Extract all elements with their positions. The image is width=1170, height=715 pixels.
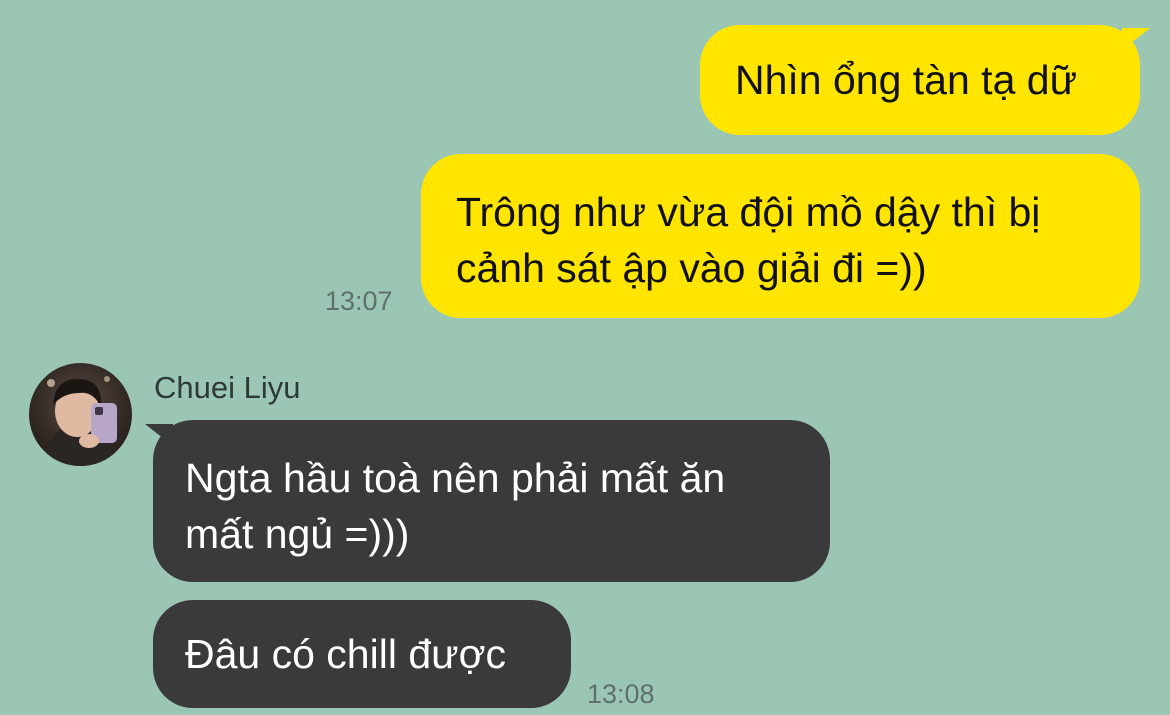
- message-text-line: Trông như vừa đội mồ dậy thì bị: [456, 189, 1041, 235]
- message-text-line: mất ngủ =))): [185, 511, 410, 557]
- outgoing-message-bubble[interactable]: Nhìn ổng tàn tạ dữ: [700, 25, 1140, 135]
- incoming-message-bubble[interactable]: Ngta hầu toà nên phải mất ăn mất ngủ =))…: [153, 420, 830, 582]
- sender-name: Chuei Liyu: [154, 370, 301, 405]
- outgoing-message-bubble[interactable]: Trông như vừa đội mồ dậy thì bị cảnh sát…: [421, 154, 1140, 318]
- message-text-line: cảnh sát ập vào giải đi =)): [456, 245, 927, 291]
- contact-avatar[interactable]: [29, 363, 132, 466]
- message-text: Đâu có chill được: [185, 631, 506, 677]
- user-avatar-photo-icon: [29, 363, 132, 466]
- message-text: Nhìn ổng tàn tạ dữ: [735, 57, 1078, 103]
- message-text-line: Ngta hầu toà nên phải mất ăn: [185, 455, 726, 501]
- message-timestamp: 13:08: [587, 679, 655, 709]
- message-timestamp: 13:07: [325, 286, 393, 316]
- incoming-message-bubble[interactable]: Đâu có chill được: [153, 600, 571, 708]
